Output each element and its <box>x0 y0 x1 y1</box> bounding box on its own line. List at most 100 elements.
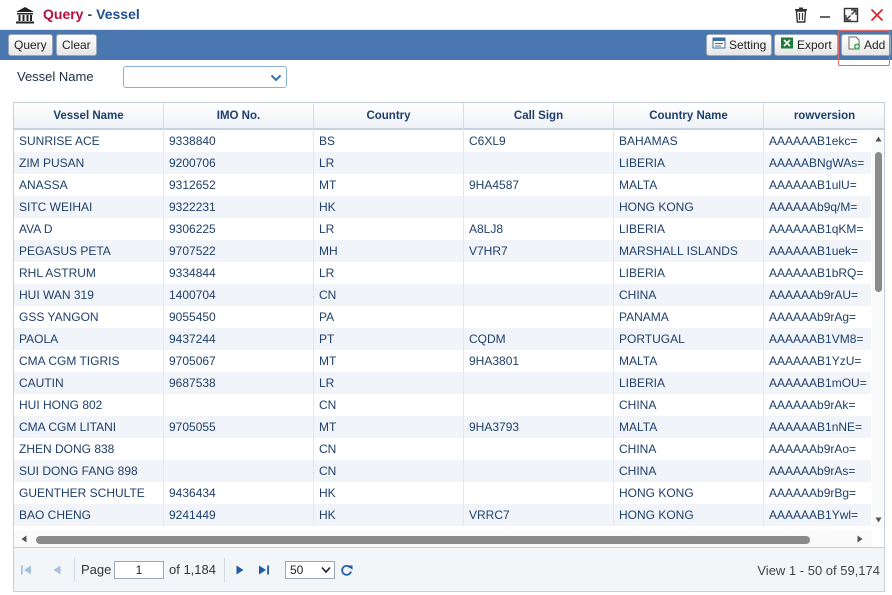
page-size-value: 50 <box>290 563 304 577</box>
column-header[interactable]: Vessel Name <box>14 103 164 130</box>
minimize-icon[interactable] <box>815 5 835 25</box>
column-header[interactable]: Country Name <box>614 103 764 130</box>
records-count-text: View 1 - 50 of 59,174 <box>757 563 880 578</box>
table-cell: BAHAMAS <box>614 130 764 152</box>
table-row[interactable]: ZIM PUSAN 9200706 LR LIBERIA AAAAABNgWAs= <box>14 152 871 174</box>
table-row[interactable]: SUNRISE ACE 9338840 BS C6XL9 BAHAMAS AAAAAAB1… <box>14 130 871 152</box>
table-cell: PEGASUS PETA <box>14 240 164 262</box>
table-cell: LIBERIA <box>614 372 764 394</box>
next-page-icon[interactable] <box>233 562 247 578</box>
table-cell <box>464 482 614 504</box>
table-cell: CHINA <box>614 284 764 306</box>
table-row[interactable]: SUI DONG FANG 898 CN CHINA AAAAAAb9rAs= <box>14 460 871 482</box>
table-cell: ZHEN DONG 838 <box>14 438 164 460</box>
scroll-right-icon[interactable] <box>857 535 863 543</box>
table-row[interactable]: ANASSA 9312652 MT 9HA4587 MALTA AAAAAAB1ulU= <box>14 174 871 196</box>
last-page-icon[interactable] <box>257 562 271 578</box>
table-row[interactable]: PEGASUS PETA 9707522 MH V7HR7 MARSHALL ISLAN… <box>14 240 871 262</box>
table-cell: AAAAAAB1YzU= <box>764 350 871 372</box>
query-button[interactable]: Query <box>8 34 53 56</box>
add-button[interactable]: Add <box>841 34 892 56</box>
table-cell: CHINA <box>614 394 764 416</box>
table-cell: 9338840 <box>164 130 314 152</box>
table-row[interactable]: PAOLA 9437244 PT CQDM PORTUGAL AAAAAAB1VM8= <box>14 328 871 350</box>
column-header[interactable]: Country <box>314 103 464 130</box>
table-row[interactable]: HUI WAN 319 1400704 CN CHINA AAAAAAb9rAU= <box>14 284 871 306</box>
page-size-select[interactable]: 50 <box>285 561 335 579</box>
table-cell: 9322231 <box>164 196 314 218</box>
table-cell: AAAAAAB1qKM= <box>764 218 871 240</box>
table-cell: A8LJ8 <box>464 218 614 240</box>
scroll-left-icon[interactable] <box>21 535 27 543</box>
grid-header: Vessel Name IMO No. Country Call Sign Co… <box>14 103 884 130</box>
table-cell: HK <box>314 196 464 218</box>
grid-body: SUNRISE ACE 9338840 BS C6XL9 BAHAMAS AAAAAAB1… <box>14 130 871 527</box>
table-cell: 9707522 <box>164 240 314 262</box>
page-number-input[interactable]: 1 <box>114 561 164 579</box>
table-cell: 9687538 <box>164 372 314 394</box>
table-cell <box>464 438 614 460</box>
table-row[interactable]: ZHEN DONG 838 CN CHINA AAAAAAb9rAo= <box>14 438 871 460</box>
table-row[interactable]: CMA CGM TIGRIS 9705067 MT 9HA3801 MALTA AAAAA… <box>14 350 871 372</box>
table-cell: CN <box>314 438 464 460</box>
scroll-down-icon[interactable] <box>875 517 882 523</box>
table-cell: 9HA4587 <box>464 174 614 196</box>
table-row[interactable]: GSS YANGON 9055450 PA PANAMA AAAAAAb9rAg= <box>14 306 871 328</box>
trash-icon[interactable] <box>791 5 811 25</box>
table-cell: PANAMA <box>614 306 764 328</box>
vessel-name-select[interactable] <box>123 66 287 88</box>
table-cell <box>464 306 614 328</box>
export-label: Export <box>797 38 832 52</box>
setting-button[interactable]: Setting <box>706 34 773 56</box>
vertical-scroll-thumb[interactable] <box>875 152 882 292</box>
table-cell: CN <box>314 394 464 416</box>
scroll-up-icon[interactable] <box>875 136 882 142</box>
table-cell: CQDM <box>464 328 614 350</box>
table-cell: AAAAAAb9q/M= <box>764 196 871 218</box>
table-cell: CN <box>314 460 464 482</box>
table-cell: HUI HONG 802 <box>14 394 164 416</box>
column-header[interactable]: Call Sign <box>464 103 614 130</box>
refresh-icon[interactable] <box>339 562 353 578</box>
table-cell <box>464 394 614 416</box>
horizontal-scrollbar[interactable] <box>14 531 872 547</box>
table-row[interactable]: CMA CGM LITANI 9705055 MT 9HA3793 MALTA AAAAA… <box>14 416 871 438</box>
table-row[interactable]: AVA D 9306225 LR A8LJ8 LIBERIA AAAAAAB1qKM= <box>14 218 871 240</box>
table-cell: AAAAAAB1bRQ= <box>764 262 871 284</box>
table-row[interactable]: GUENTHER SCHULTE 9436434 HK HONG KONG AAAAAA… <box>14 482 871 504</box>
column-header[interactable]: rowversion <box>764 103 884 130</box>
add-document-icon <box>847 36 861 56</box>
table-row[interactable]: SITC WEIHAI 9322231 HK HONG KONG AAAAAAb9q/M… <box>14 196 871 218</box>
export-button[interactable]: Export <box>774 34 838 56</box>
table-cell: LIBERIA <box>614 152 764 174</box>
vessel-name-label: Vessel Name <box>17 69 94 84</box>
table-cell: CMA CGM TIGRIS <box>14 350 164 372</box>
first-page-icon[interactable] <box>19 562 33 578</box>
table-cell: LR <box>314 262 464 284</box>
table-cell: MALTA <box>614 350 764 372</box>
clear-button[interactable]: Clear <box>56 34 97 56</box>
pager-separator <box>224 558 225 582</box>
pager-separator <box>74 558 75 582</box>
table-cell: GUENTHER SCHULTE <box>14 482 164 504</box>
column-header[interactable]: IMO No. <box>164 103 314 130</box>
table-cell: GSS YANGON <box>14 306 164 328</box>
table-row[interactable]: CAUTIN 9687538 LR LIBERIA AAAAAAB1mOU= <box>14 372 871 394</box>
maximize-icon[interactable] <box>841 5 861 25</box>
table-row[interactable]: HUI HONG 802 CN CHINA AAAAAAb9rAk= <box>14 394 871 416</box>
vertical-scrollbar[interactable] <box>872 130 884 527</box>
prev-page-icon[interactable] <box>50 562 64 578</box>
table-cell <box>464 372 614 394</box>
chevron-down-icon <box>270 72 282 86</box>
table-row[interactable]: BAO CHENG 9241449 HK VRRC7 HONG KONG AAAAAAB1… <box>14 504 871 526</box>
table-cell: 9241449 <box>164 504 314 526</box>
table-cell: LIBERIA <box>614 218 764 240</box>
table-cell: CHINA <box>614 438 764 460</box>
table-cell <box>464 152 614 174</box>
close-icon[interactable] <box>867 5 887 25</box>
table-cell: 9HA3793 <box>464 416 614 438</box>
horizontal-scroll-thumb[interactable] <box>36 536 810 544</box>
title-vessel: Vessel <box>96 6 140 22</box>
table-cell: 9437244 <box>164 328 314 350</box>
table-row[interactable]: RHL ASTRUM 9334844 LR LIBERIA AAAAAAB1bRQ= <box>14 262 871 284</box>
